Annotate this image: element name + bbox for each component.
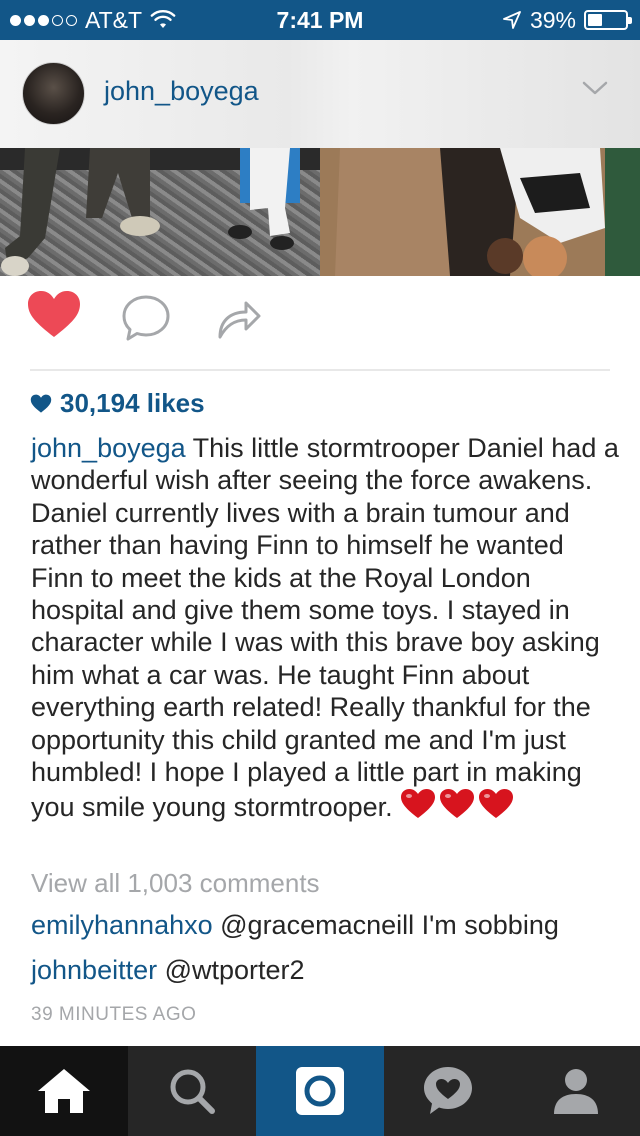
tab-camera[interactable] <box>256 1046 384 1136</box>
caption-username[interactable]: john_boyega <box>31 433 186 463</box>
share-arrow-icon[interactable] <box>216 296 262 340</box>
tab-search[interactable] <box>128 1046 256 1136</box>
comment-item: johnbeitter @wtporter2 <box>31 955 305 986</box>
camera-icon <box>296 1067 344 1115</box>
home-icon <box>38 1069 90 1113</box>
battery-percent: 39% <box>529 6 576 33</box>
likes-label: 30,194 likes <box>60 388 205 418</box>
photo-left-panel <box>0 148 320 276</box>
action-bar <box>0 290 640 360</box>
comment-username[interactable]: johnbeitter <box>31 955 157 985</box>
profile-icon <box>554 1069 598 1114</box>
search-icon <box>170 1069 215 1114</box>
comment-item: emilyhannahxo @gracemacneill I'm sobbing <box>31 910 559 941</box>
post-photo[interactable] <box>0 148 640 276</box>
status-bar: AT&T 7:41 PM 39% <box>0 0 640 40</box>
comment-username[interactable]: emilyhannahxo <box>31 910 213 940</box>
tab-activity[interactable] <box>384 1046 512 1136</box>
divider <box>30 369 610 371</box>
comment-text: @wtporter2 <box>164 955 305 985</box>
red-hearts-emoji <box>400 788 514 827</box>
activity-heart-icon <box>424 1067 472 1114</box>
post-username[interactable]: john_boyega <box>104 76 259 107</box>
post-timestamp: 39 MINUTES AGO <box>31 1004 197 1025</box>
caption-text: This little stormtrooper Daniel had a wo… <box>31 433 619 823</box>
post-caption: john_boyega This little stormtrooper Dan… <box>31 432 621 828</box>
likes-count[interactable]: 30,194 likes <box>30 388 205 419</box>
battery-fill <box>588 14 603 26</box>
photo-right-panel <box>320 148 640 276</box>
location-arrow-icon <box>503 11 521 29</box>
post-header: john_boyega <box>0 40 640 148</box>
view-all-comments-link[interactable]: View all 1,003 comments <box>31 868 320 899</box>
tab-bar <box>0 1046 640 1136</box>
small-heart-icon <box>30 394 52 413</box>
tab-home[interactable] <box>0 1046 128 1136</box>
tab-profile[interactable] <box>512 1046 640 1136</box>
comment-icon[interactable] <box>120 294 172 344</box>
like-heart-icon[interactable] <box>26 290 82 340</box>
comment-text: @gracemacneill I'm sobbing <box>220 910 559 940</box>
chevron-down-icon[interactable] <box>582 80 608 96</box>
battery-icon <box>584 10 632 30</box>
avatar[interactable] <box>22 62 85 125</box>
status-right: 39% <box>502 0 632 40</box>
